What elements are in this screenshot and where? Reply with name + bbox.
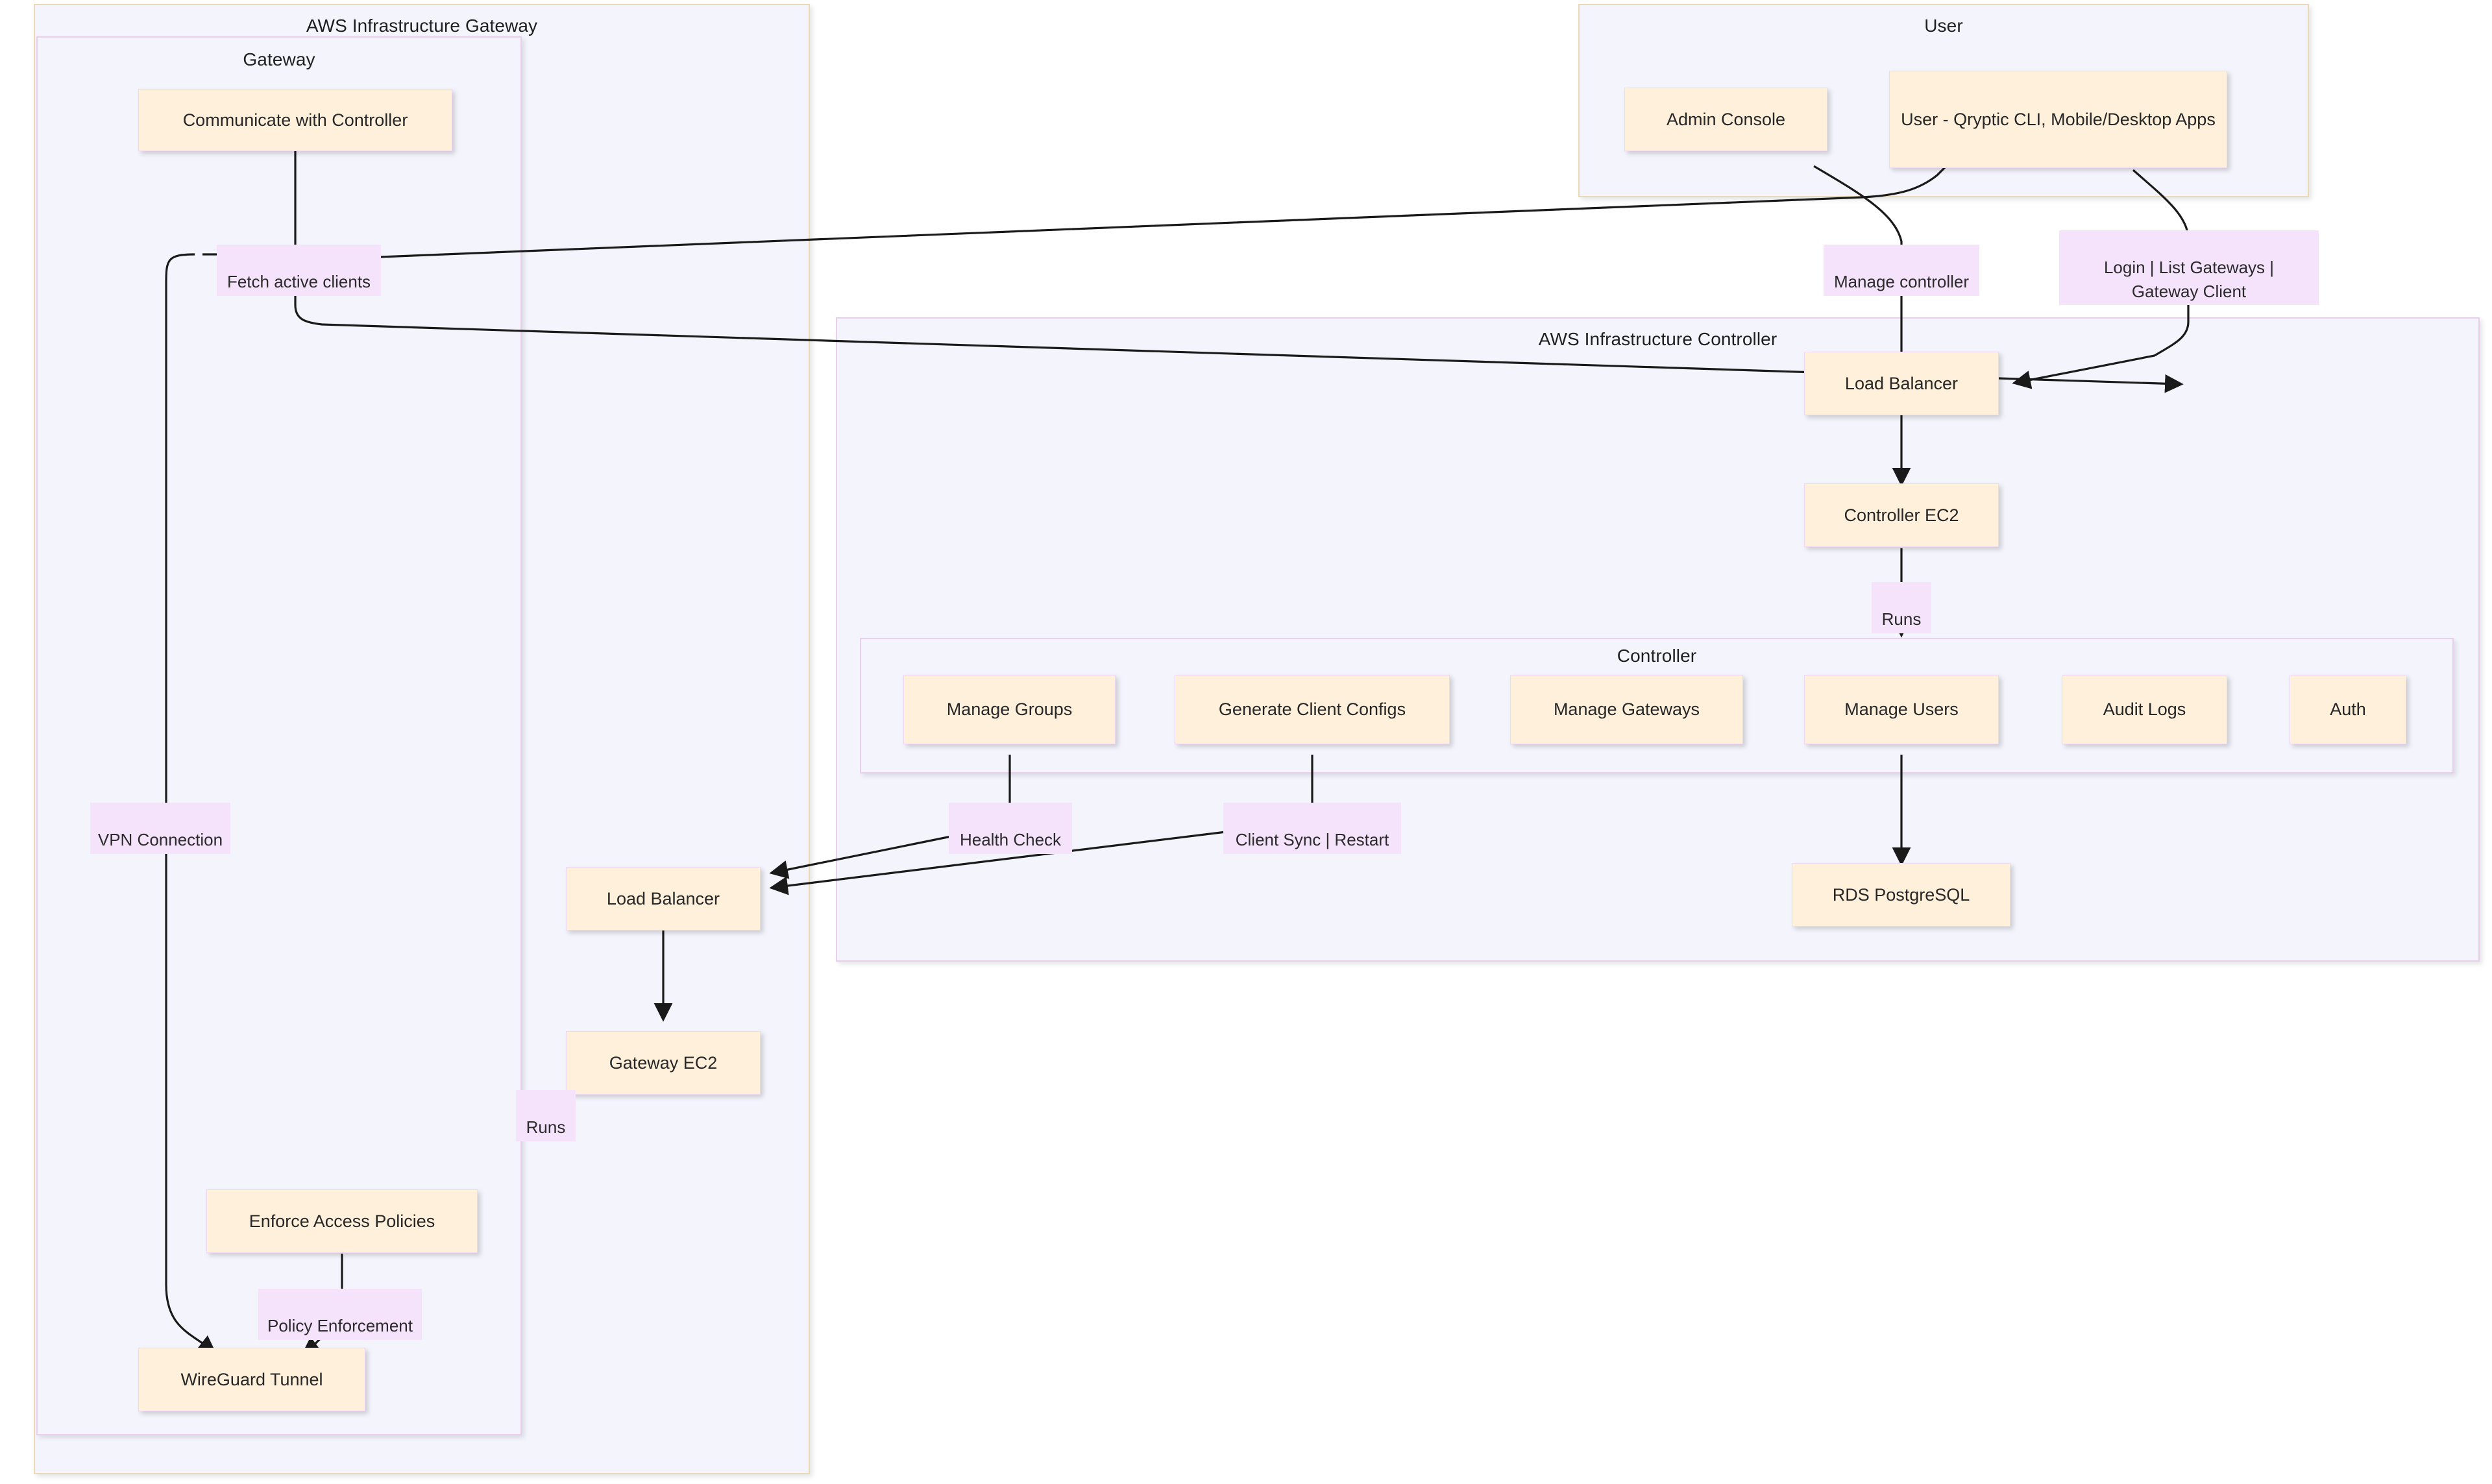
cluster-title-gateway: Gateway	[243, 49, 315, 69]
edge-label-text: Fetch active clients	[226, 272, 371, 292]
edge-label-policy-enforcement: Policy Enforcement	[258, 1289, 422, 1340]
edge-label-runs-gateway: Runs	[516, 1090, 576, 1141]
node-communicate-with-controller[interactable]: Communicate with Controller	[138, 89, 452, 151]
edge-label-text: Client Sync | Restart	[1235, 830, 1389, 850]
node-enforce-access-policies[interactable]: Enforce Access Policies	[206, 1189, 478, 1253]
edge-label-health-check: Health Check	[949, 803, 1072, 854]
edge-label-text: VPN Connection	[97, 830, 223, 850]
node-gateway-load-balancer[interactable]: Load Balancer	[566, 867, 761, 931]
node-label: Enforce Access Policies	[249, 1211, 435, 1231]
node-gateway-ec2[interactable]: Gateway EC2	[566, 1031, 761, 1095]
node-label: Gateway EC2	[609, 1052, 718, 1073]
edge-label-text: Health Check	[959, 830, 1062, 850]
node-label: Load Balancer	[1844, 373, 1959, 393]
node-label: RDS PostgreSQL	[1832, 884, 1970, 905]
edge-label-text: Manage controller	[1833, 272, 1970, 292]
edge-label-fetch-active-clients: Fetch active clients	[217, 245, 381, 296]
node-manage-gateways[interactable]: Manage Gateways	[1510, 675, 1743, 744]
node-manage-users[interactable]: Manage Users	[1804, 675, 1999, 744]
edge-label-login-list-gateways: Login | List Gateways | Gateway Client	[2059, 230, 2319, 306]
diagram-canvas: AWS Infrastructure Gateway Gateway User …	[0, 0, 2492, 1484]
node-label: Admin Console	[1666, 109, 1786, 129]
cluster-title-controller: Controller	[1617, 646, 1697, 666]
node-generate-client-configs[interactable]: Generate Client Configs	[1175, 675, 1450, 744]
node-manage-groups[interactable]: Manage Groups	[903, 675, 1116, 744]
node-label: Generate Client Configs	[1218, 699, 1406, 720]
node-admin-console[interactable]: Admin Console	[1624, 88, 1827, 151]
node-label: Communicate with Controller	[182, 110, 408, 130]
node-label: Manage Users	[1844, 699, 1959, 720]
cluster-title-aws-infrastructure-gateway: AWS Infrastructure Gateway	[306, 16, 538, 36]
edge-label-text: Runs	[526, 1117, 566, 1137]
cluster-title-user: User	[1924, 16, 1963, 36]
cluster-title-aws-infrastructure-controller: AWS Infrastructure Controller	[1538, 329, 1777, 349]
edge-label-text: Runs	[1881, 609, 1922, 629]
node-label: Manage Gateways	[1553, 699, 1700, 720]
edge-label-text: Login | List Gateways | Gateway Client	[2103, 258, 2275, 301]
edge-label-text: Policy Enforcement	[267, 1316, 413, 1336]
node-user-clients[interactable]: User - Qryptic CLI, Mobile/Desktop Apps	[1889, 71, 2227, 168]
node-label: User - Qryptic CLI, Mobile/Desktop Apps	[1901, 109, 2216, 129]
node-controller-load-balancer[interactable]: Load Balancer	[1804, 352, 1999, 415]
node-wireguard-tunnel[interactable]: WireGuard Tunnel	[138, 1348, 365, 1411]
edge-label-runs-controller: Runs	[1872, 582, 1931, 633]
node-label: Controller EC2	[1844, 505, 1959, 525]
edge-label-manage-controller: Manage controller	[1824, 245, 1979, 296]
node-label: Load Balancer	[606, 888, 720, 908]
node-label: Audit Logs	[2103, 699, 2186, 720]
edge-label-vpn-connection: VPN Connection	[90, 803, 230, 854]
node-label: Auth	[2330, 699, 2366, 720]
edge-label-client-sync-restart: Client Sync | Restart	[1223, 803, 1401, 854]
node-label: WireGuard Tunnel	[180, 1369, 323, 1389]
node-audit-logs[interactable]: Audit Logs	[2062, 675, 2227, 744]
node-rds-postgresql[interactable]: RDS PostgreSQL	[1792, 863, 2010, 927]
node-auth[interactable]: Auth	[2290, 675, 2406, 744]
node-controller-ec2[interactable]: Controller EC2	[1804, 483, 1999, 547]
node-label: Manage Groups	[946, 699, 1073, 720]
